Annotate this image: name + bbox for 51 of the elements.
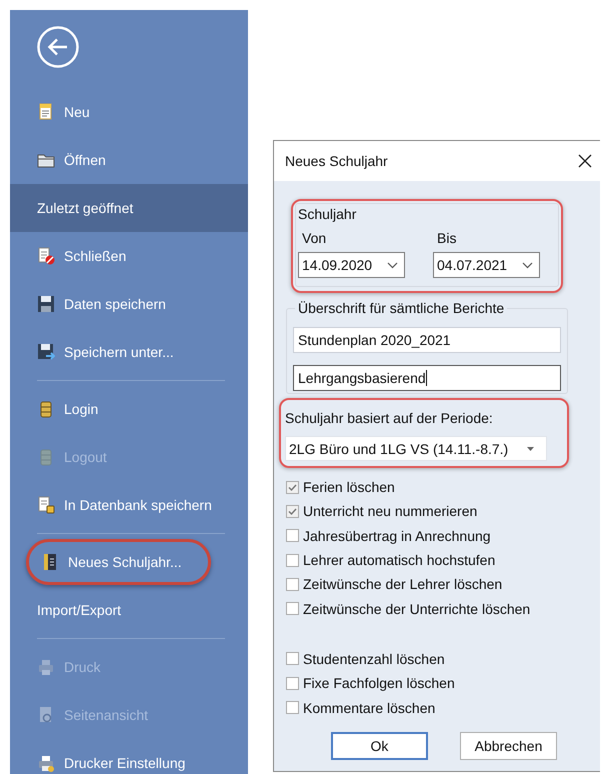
back-button[interactable] [36,25,80,69]
checkbox-label: Ferien löschen [303,479,395,496]
checkbox[interactable] [286,701,299,714]
field-label: Schuljahr basiert auf der Periode: [285,410,494,426]
menu-item[interactable]: Neues Schuljahr... [26,539,211,585]
checkbox-label: Fixe Fachfolgen löschen [303,675,455,692]
menu-item[interactable]: Speichern unter... [37,340,174,364]
checkbox[interactable] [286,529,299,542]
checkbox[interactable] [286,480,299,494]
caret-icon [387,262,398,268]
menu-item[interactable]: Öffnen [37,148,106,172]
checkbox[interactable] [286,554,299,567]
document-icon [37,247,55,265]
checkbox-label: Zeitwünsche der Unterrichte löschen [303,600,530,617]
input-field[interactable]: Lehrgangsbasierend [293,365,561,391]
checkbox-label: Zeitwünsche der Lehrer löschen [303,576,502,592]
menu-item[interactable]: Login [37,397,98,421]
menu-item[interactable]: Neu [37,100,90,124]
caret-icon [527,446,534,450]
close-icon[interactable] [578,154,592,168]
checkbox[interactable] [286,504,299,518]
checkbox-label: Studentenzahl löschen [303,650,445,667]
window-title: Neues Schuljahr [285,153,388,169]
checkbox[interactable] [286,578,299,591]
printer-icon [37,754,55,772]
caret-icon [522,262,533,268]
dropdown[interactable]: 2LG Büro und 1LG VS (14.11.-8.7.) [285,436,547,461]
checkbox-label: Kommentare löschen [303,700,436,716]
checkbox[interactable] [286,676,299,690]
menu-item[interactable]: Schließen [37,244,126,268]
checkbox[interactable] [286,652,299,666]
field-label: Bis [437,230,458,246]
menu-item[interactable]: Import/Export [37,598,122,622]
dropdown[interactable]: 04.07.2021 [433,252,540,278]
menu-item[interactable]: In Datenbank speichern [37,493,212,517]
checkbox[interactable] [286,602,299,616]
group-label: Schuljahr [298,206,358,222]
field-label: Von [302,230,328,246]
menu-item[interactable]: Drucker Einstellung [37,751,186,774]
checkbox-label: Jahresübertrag in Anrechnung [303,528,491,544]
menu-item[interactable]: Daten speichern [37,292,166,316]
dropdown[interactable]: 14.09.2020 [298,252,405,278]
input-field[interactable]: Stundenplan 2020_2021 [293,327,561,353]
checkbox-label: Unterricht neu nummerieren [303,503,478,520]
printer-icon [37,658,55,676]
dialog-button[interactable]: Abbrechen [460,732,557,760]
group-label: Überschrift für sämtliche Berichte [295,300,508,316]
document-icon [37,496,55,514]
checkbox-label: Lehrer automatisch hochstufen [303,552,496,568]
book-icon [41,553,59,571]
dialog-button[interactable]: Ok [331,732,428,760]
